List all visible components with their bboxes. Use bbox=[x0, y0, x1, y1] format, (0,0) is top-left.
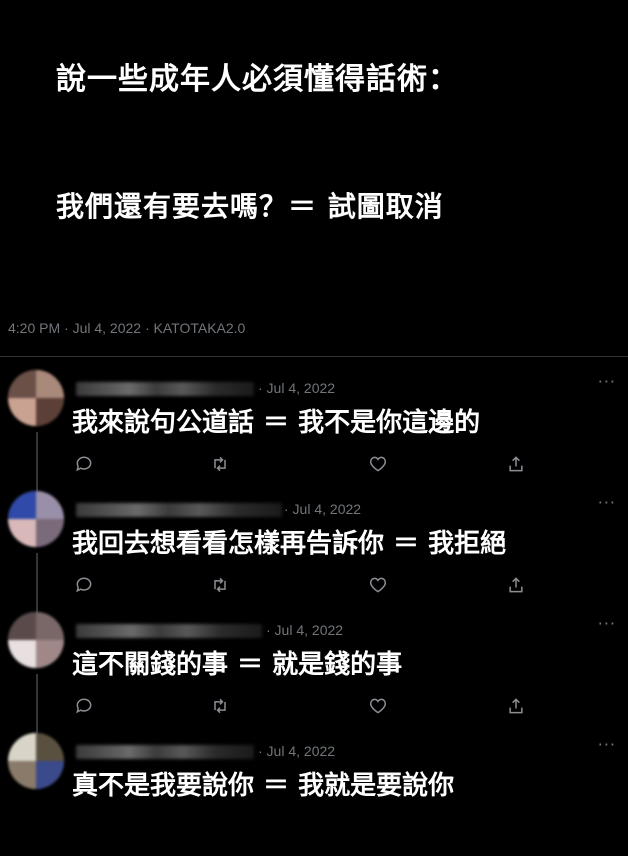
reply-icon[interactable] bbox=[74, 696, 96, 718]
avatar[interactable] bbox=[8, 370, 64, 426]
reply-item[interactable]: · Jul 4, 2022 ··· 真不是我要說你 ＝ 我就是要說你 bbox=[0, 725, 628, 846]
reply-text: 這不關錢的事 ＝ 就是錢的事 bbox=[72, 650, 403, 680]
retweet-icon[interactable] bbox=[210, 696, 232, 718]
heart-icon[interactable] bbox=[368, 454, 390, 476]
post-meta[interactable]: 4:20 PM · Jul 4, 2022 · KATOTAKA2.0 bbox=[8, 320, 245, 336]
retweet-icon[interactable] bbox=[210, 575, 232, 597]
reply-date[interactable]: · Jul 4, 2022 bbox=[258, 380, 335, 396]
more-dots-icon[interactable]: ··· bbox=[598, 735, 616, 754]
author-name[interactable] bbox=[76, 624, 262, 638]
reply-icon[interactable] bbox=[74, 454, 96, 476]
avatar[interactable] bbox=[8, 612, 64, 668]
author-name[interactable] bbox=[76, 745, 254, 759]
share-icon[interactable] bbox=[506, 454, 528, 476]
reply-item[interactable]: · Jul 4, 2022 ··· 這不關錢的事 ＝ 就是錢的事 bbox=[0, 604, 628, 725]
reply-date[interactable]: · Jul 4, 2022 bbox=[258, 743, 335, 759]
heart-icon[interactable] bbox=[368, 575, 390, 597]
more-dots-icon[interactable]: ··· bbox=[598, 493, 616, 512]
reply-text: 我回去想看看怎樣再告訴你 ＝ 我拒絕 bbox=[72, 529, 507, 559]
author-name[interactable] bbox=[76, 382, 254, 396]
author-name[interactable] bbox=[76, 503, 282, 517]
more-dots-icon[interactable]: ··· bbox=[598, 614, 616, 633]
reply-date[interactable]: · Jul 4, 2022 bbox=[266, 622, 343, 638]
more-dots-icon[interactable]: ··· bbox=[598, 372, 616, 391]
avatar[interactable] bbox=[8, 491, 64, 547]
reply-item[interactable]: · Jul 4, 2022 ··· 我回去想看看怎樣再告訴你 ＝ 我拒絕 bbox=[0, 483, 628, 604]
share-icon[interactable] bbox=[506, 696, 528, 718]
action-bar bbox=[0, 696, 628, 720]
action-bar bbox=[0, 575, 628, 599]
reply-date[interactable]: · Jul 4, 2022 bbox=[284, 501, 361, 517]
post-title: 說一些成年人必須懂得話術： bbox=[56, 62, 459, 97]
reply-item[interactable]: · Jul 4, 2022 ··· 我來說句公道話 ＝ 我不是你這邊的 bbox=[0, 362, 628, 483]
retweet-icon[interactable] bbox=[210, 454, 232, 476]
share-icon[interactable] bbox=[506, 575, 528, 597]
action-bar bbox=[0, 454, 628, 478]
avatar[interactable] bbox=[8, 733, 64, 789]
divider bbox=[0, 356, 628, 357]
reply-text: 我來說句公道話 ＝ 我不是你這邊的 bbox=[72, 408, 481, 438]
reply-icon[interactable] bbox=[74, 575, 96, 597]
post-text: 我們還有要去嗎？＝ 試圖取消 bbox=[56, 190, 444, 223]
heart-icon[interactable] bbox=[368, 696, 390, 718]
reply-text: 真不是我要說你 ＝ 我就是要說你 bbox=[72, 771, 455, 801]
